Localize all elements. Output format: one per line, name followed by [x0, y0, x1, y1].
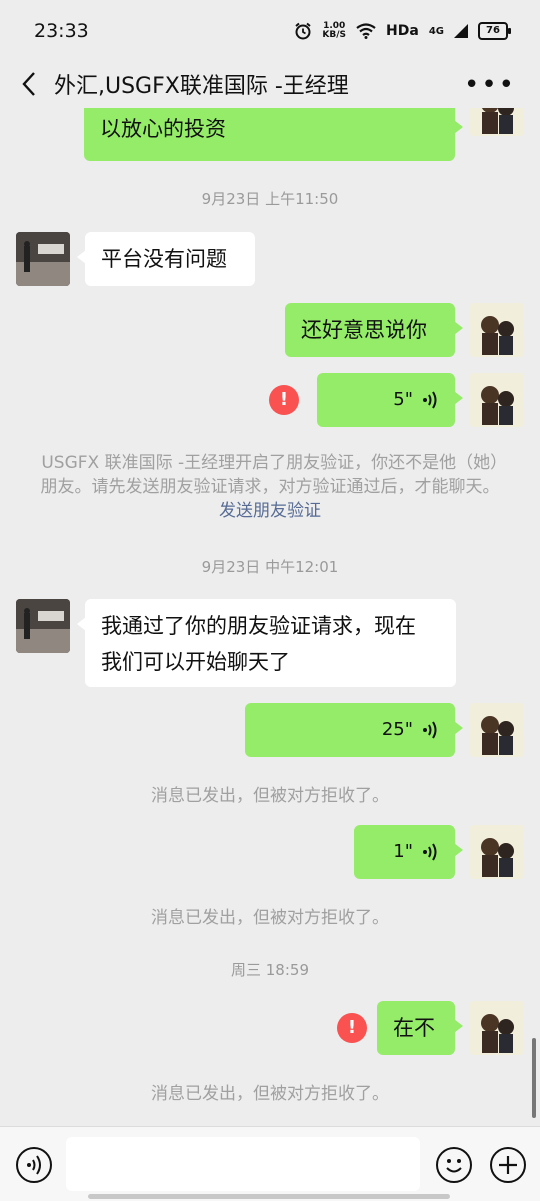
avatar[interactable] [470, 703, 524, 757]
wifi-icon [356, 23, 376, 39]
voice-wave-icon [423, 721, 437, 739]
status-icons: 1.00 KB/S HDa 4G 76 [294, 22, 511, 40]
couple-avatar-icon [470, 825, 524, 879]
chat-title: 外汇,USGFX联准国际 -王经理 [54, 74, 349, 99]
message-text: 以放心的投资 [100, 117, 226, 141]
avatar[interactable] [470, 373, 524, 427]
voice-duration: 25" [381, 719, 413, 740]
emoji-icon[interactable] [436, 1147, 472, 1183]
avatar[interactable] [470, 303, 524, 357]
plus-glyph [499, 1156, 517, 1174]
timestamp: 9月23日 中午12:01 [201, 558, 339, 576]
chat-header: 外汇,USGFX联准国际 -王经理 ••• [0, 62, 540, 108]
send-verification-link[interactable]: 发送朋友验证 [219, 501, 321, 521]
voice-message[interactable]: 25" [245, 703, 463, 757]
voice-duration: 1" [393, 841, 413, 862]
avatar[interactable] [470, 1001, 524, 1055]
net-speed: 1.00 KB/S [322, 22, 346, 40]
alarm-icon [295, 22, 312, 40]
message-text: 平台没有问题 [101, 247, 227, 271]
message-bubble[interactable]: 以放心的投资 [84, 108, 463, 161]
timestamp: 9月23日 上午11:50 [201, 190, 339, 208]
voice-wave-icon [423, 391, 437, 409]
timestamp: 周三 18:59 [231, 961, 309, 979]
office-avatar-icon [16, 599, 70, 653]
message-bubble[interactable]: 还好意思说你 [285, 303, 463, 357]
message-text: 还好意思说你 [301, 318, 427, 342]
system-notice-text: USGFX 联准国际 -王经理开启了朋友验证，你还不是他（她）朋友。请先发送朋友… [40, 453, 500, 497]
status-bar: 23:33 1.00 KB/S HDa 4G 76 [0, 0, 540, 62]
message-input[interactable] [66, 1137, 420, 1191]
rejected-notice: 消息已发出，但被对方拒收了。 [151, 786, 389, 806]
signal-label: 4G [428, 25, 444, 37]
couple-avatar-icon [470, 1001, 524, 1055]
message-bubble[interactable]: 我通过了你的朋友验证请求，现在 我们可以开始聊天了 [77, 599, 456, 687]
chat-area[interactable]: 以放心的投资 9月23日 上午11:50 平台没有问题 还好意思说你 ! 5" … [0, 108, 540, 1126]
plus-icon[interactable] [490, 1147, 526, 1183]
message-text: 我们可以开始聊天了 [101, 650, 290, 674]
avatar[interactable] [470, 825, 524, 879]
voice-message[interactable]: 5" [317, 373, 463, 427]
net-speed-unit: KB/S [322, 30, 347, 40]
message-bubble[interactable]: 在不 [377, 1001, 463, 1055]
rejected-notice: 消息已发出，但被对方拒收了。 [151, 908, 389, 928]
rejected-notice: 消息已发出，但被对方拒收了。 [151, 1084, 389, 1104]
office-avatar-icon [16, 232, 70, 286]
chevron-left-icon[interactable] [16, 66, 46, 102]
voice-wave-icon [423, 843, 437, 861]
voice-toggle-glyph [27, 1155, 41, 1175]
more-dots-icon[interactable]: ••• [464, 70, 516, 100]
signal-icon [454, 24, 468, 38]
message-bubble[interactable]: 平台没有问题 [77, 232, 255, 286]
battery-icon: 76 [478, 22, 511, 40]
avatar[interactable] [470, 108, 524, 136]
network-type: HDa [386, 23, 419, 39]
status-time: 23:33 [34, 20, 89, 42]
message-text: 在不 [393, 1016, 435, 1040]
avatar[interactable] [16, 599, 70, 653]
message-text: 我通过了你的朋友验证请求，现在 [101, 614, 416, 638]
send-failed-icon[interactable]: ! [337, 1013, 367, 1043]
scrollbar[interactable] [532, 1038, 536, 1118]
system-notice: USGFX 联准国际 -王经理开启了朋友验证，你还不是他（她）朋友。请先发送朋友… [40, 451, 500, 523]
voice-message[interactable]: 1" [354, 825, 463, 879]
couple-avatar-icon [470, 303, 524, 357]
couple-avatar-icon [470, 703, 524, 757]
send-failed-icon[interactable]: ! [269, 385, 299, 415]
couple-avatar-icon [470, 373, 524, 427]
voice-duration: 5" [393, 389, 413, 410]
couple-avatar-icon [470, 108, 524, 136]
home-indicator [88, 1194, 450, 1199]
voice-icon[interactable] [16, 1147, 52, 1183]
avatar[interactable] [16, 232, 70, 286]
input-bar [0, 1126, 540, 1201]
smiley-glyph [446, 1159, 462, 1173]
